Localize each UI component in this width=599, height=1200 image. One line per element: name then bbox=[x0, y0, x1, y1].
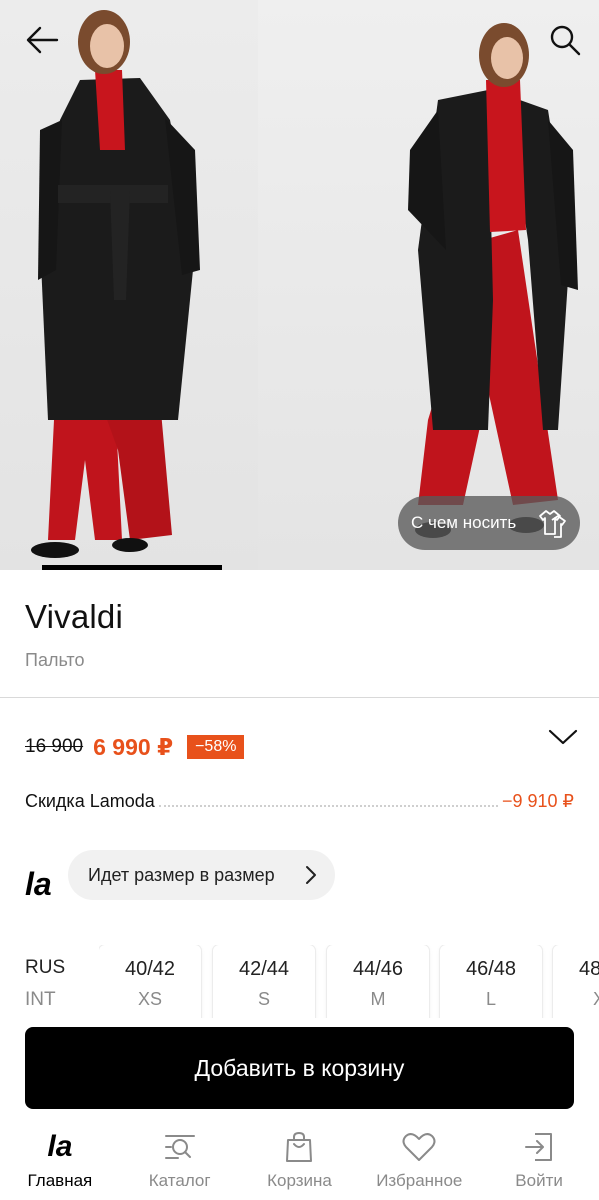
size-option[interactable]: 40/42 XS bbox=[99, 945, 201, 1025]
size-int: XL bbox=[592, 989, 599, 1009]
lamoda-discount-value: −9 910 ₽ bbox=[501, 791, 574, 811]
nav-item-cart[interactable]: Корзина bbox=[240, 1118, 360, 1200]
product-photo-side[interactable] bbox=[258, 0, 599, 570]
size-rus: 48/50 bbox=[578, 958, 599, 980]
gallery-position-indicator bbox=[42, 565, 222, 570]
nav-item-catalog[interactable]: Каталог bbox=[120, 1118, 240, 1200]
divider bbox=[0, 697, 599, 698]
size-int: XS bbox=[137, 989, 162, 1009]
search-icon bbox=[550, 25, 581, 56]
product-category: Пальто bbox=[25, 650, 85, 670]
old-price: 16 900 bbox=[25, 736, 84, 757]
outfit-icon bbox=[539, 510, 566, 538]
brand-name[interactable]: Vivaldi bbox=[25, 598, 123, 636]
current-price: 6 990 ₽ bbox=[93, 733, 174, 760]
catalog-search-icon bbox=[164, 1135, 195, 1159]
lamoda-logo-icon: la bbox=[47, 1130, 73, 1163]
login-icon bbox=[525, 1133, 553, 1161]
size-int: M bbox=[370, 989, 386, 1009]
size-option[interactable]: 44/46 M bbox=[327, 945, 429, 1025]
size-system-labels: RUS INT bbox=[25, 957, 65, 1011]
size-option[interactable]: 42/44 S bbox=[213, 945, 315, 1025]
back-button[interactable] bbox=[20, 18, 64, 62]
lamoda-logo: la bbox=[25, 866, 52, 902]
price-row: 16 900 6 990 ₽ −58% bbox=[25, 732, 245, 762]
lamoda-discount-row: Скидка Lamoda −9 910 ₽ bbox=[25, 788, 574, 812]
search-button[interactable] bbox=[543, 18, 587, 62]
bottom-navigation: la Главная Каталог Корзина Избранное Вой… bbox=[0, 1118, 599, 1200]
nav-label: Войти bbox=[515, 1171, 563, 1190]
size-fit-hint[interactable]: Идет размер в размер bbox=[68, 850, 335, 900]
chevron-right-icon bbox=[306, 866, 316, 884]
size-system-int: INT bbox=[25, 989, 56, 1010]
nav-item-home[interactable]: la Главная bbox=[0, 1118, 120, 1200]
size-rus: 40/42 bbox=[124, 958, 176, 980]
add-to-cart-button[interactable]: Добавить в корзину bbox=[25, 1027, 574, 1109]
nav-label: Избранное bbox=[376, 1171, 463, 1190]
product-photo-front[interactable] bbox=[0, 0, 258, 570]
lamoda-discount-label: Скидка Lamoda bbox=[25, 791, 155, 811]
back-arrow-icon bbox=[26, 26, 59, 54]
nav-item-login[interactable]: Войти bbox=[479, 1118, 599, 1200]
size-system-rus: RUS bbox=[25, 957, 66, 978]
nav-label: Корзина bbox=[267, 1171, 332, 1190]
size-rus: 42/44 bbox=[238, 958, 290, 980]
nav-label: Главная bbox=[27, 1171, 93, 1190]
discount-badge: −58% bbox=[187, 735, 245, 759]
size-rus: 44/46 bbox=[352, 958, 404, 980]
price-details-toggle[interactable] bbox=[544, 722, 582, 752]
heart-icon bbox=[402, 1133, 436, 1161]
nav-item-favorites[interactable]: Избранное bbox=[359, 1118, 479, 1200]
size-selector[interactable]: 40/42 XS 42/44 S 44/46 M 46/48 L 48/50 X… bbox=[99, 945, 599, 1025]
nav-label: Каталог bbox=[148, 1171, 211, 1190]
size-int: L bbox=[485, 989, 496, 1009]
chevron-down-icon bbox=[548, 729, 578, 745]
what-to-wear-label: С чем носить bbox=[411, 513, 517, 532]
size-int: S bbox=[257, 989, 270, 1009]
size-option[interactable]: 46/48 L bbox=[440, 945, 542, 1025]
shopping-bag-icon bbox=[286, 1131, 313, 1162]
size-rus: 46/48 bbox=[465, 958, 517, 980]
what-to-wear-button[interactable]: С чем носить bbox=[398, 496, 580, 550]
size-option[interactable]: 48/50 XL bbox=[553, 945, 599, 1025]
size-fit-text: Идет размер в размер bbox=[88, 864, 275, 885]
product-gallery[interactable]: С чем носить bbox=[0, 0, 599, 570]
dotted-leader bbox=[158, 805, 498, 807]
